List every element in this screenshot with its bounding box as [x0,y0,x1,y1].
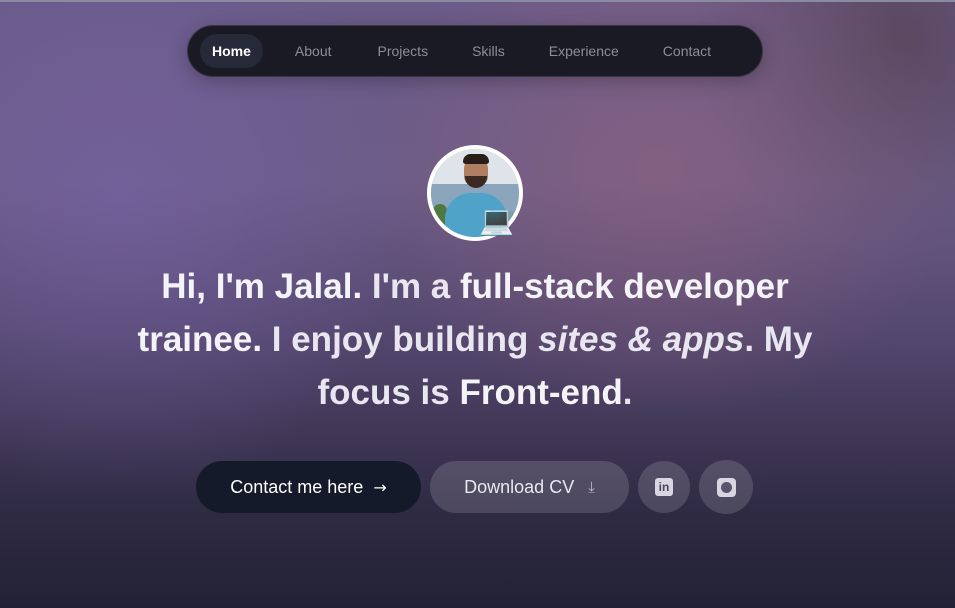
avatar-hair [463,154,489,164]
linkedin-icon: in [655,478,673,496]
download-cv-label: Download CV [464,476,575,497]
headline-greeting: Hi, I'm Jalal. [161,267,363,306]
main-navigation: Home About Projects Skills Experience Co… [187,25,763,77]
headline-focus: sites & apps [538,320,745,359]
nav-item-contact[interactable]: Contact [651,34,723,68]
nav-item-experience[interactable]: Experience [537,34,631,68]
laptop-emoji-icon: 💻 [479,204,514,237]
nav-item-home[interactable]: Home [200,34,263,68]
contact-button-label: Contact me here [230,476,364,497]
download-icon: ⤓ [588,478,595,496]
contact-me-button[interactable]: Contact me here → [196,461,421,513]
github-icon [716,477,736,497]
nav-item-skills[interactable]: Skills [460,34,517,68]
headline-text-1: I'm a [362,267,460,306]
headline-specialty: Front-end [459,373,623,412]
arrow-right-icon: → [373,477,387,497]
github-button[interactable] [699,460,753,514]
hero-headline: Hi, I'm Jalal. I'm a full-stack develope… [110,260,840,419]
nav-item-about[interactable]: About [283,34,344,68]
headline-text-2: I enjoy building [262,320,539,359]
download-cv-button[interactable]: Download CV ⤓ [430,461,629,513]
nav-item-projects[interactable]: Projects [366,34,441,68]
headline-text-4: . [622,373,633,412]
top-border-line [0,0,955,2]
linkedin-button[interactable]: in [638,461,690,513]
